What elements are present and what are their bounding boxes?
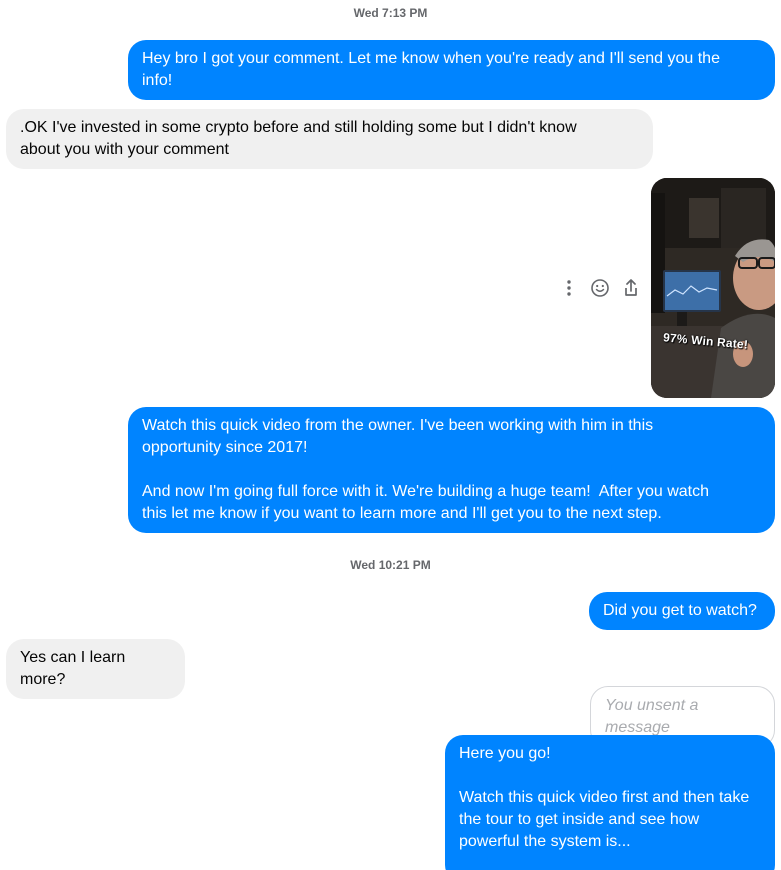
- incoming-message[interactable]: .OK I've invested in some crypto before …: [6, 109, 653, 169]
- outgoing-message[interactable]: Watch this quick video from the owner. I…: [128, 407, 775, 533]
- message-actions: [560, 277, 640, 299]
- outgoing-message[interactable]: Here you go! Watch this quick video firs…: [445, 735, 775, 870]
- video-attachment[interactable]: 97% Win Rate!: [651, 178, 775, 398]
- smiley-icon[interactable]: [590, 278, 610, 298]
- incoming-message[interactable]: Yes can I learn more?: [6, 639, 185, 699]
- outgoing-message[interactable]: Did you get to watch?: [589, 592, 775, 630]
- timestamp: Wed 10:21 PM: [350, 558, 431, 572]
- outgoing-message[interactable]: Hey bro I got your comment. Let me know …: [128, 40, 775, 100]
- timestamp: Wed 7:13 PM: [353, 6, 428, 20]
- share-icon[interactable]: [622, 278, 640, 298]
- more-vertical-icon[interactable]: [560, 279, 578, 297]
- video-thumbnail-image: [651, 178, 775, 398]
